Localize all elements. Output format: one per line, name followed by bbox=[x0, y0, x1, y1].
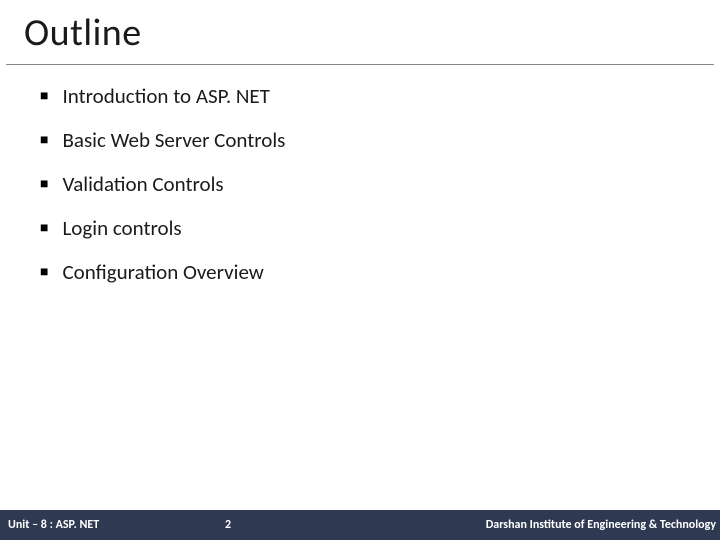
bullet-icon: ■ bbox=[40, 133, 48, 147]
bullet-icon: ■ bbox=[40, 221, 48, 235]
footer-unit: Unit – 8 : ASP. NET bbox=[0, 518, 99, 532]
list-item: ■ Introduction to ASP. NET bbox=[40, 83, 720, 109]
slide-footer: Unit – 8 : ASP. NET 2 Darshan Institute … bbox=[0, 510, 720, 540]
footer-institute: Darshan Institute of Engineering & Techn… bbox=[486, 518, 720, 532]
bullet-icon: ■ bbox=[40, 265, 48, 279]
list-item-label: Validation Controls bbox=[62, 171, 223, 197]
list-item-label: Basic Web Server Controls bbox=[62, 127, 285, 153]
bullet-icon: ■ bbox=[40, 177, 48, 191]
slide-title: Outline bbox=[6, 0, 714, 65]
outline-list: ■ Introduction to ASP. NET ■ Basic Web S… bbox=[0, 65, 720, 285]
list-item: ■ Configuration Overview bbox=[40, 259, 720, 285]
list-item-label: Login controls bbox=[62, 215, 181, 241]
list-item-label: Configuration Overview bbox=[62, 259, 263, 285]
footer-page-number: 2 bbox=[225, 518, 231, 532]
slide: Outline ■ Introduction to ASP. NET ■ Bas… bbox=[0, 0, 720, 540]
list-item: ■ Login controls bbox=[40, 215, 720, 241]
list-item: ■ Basic Web Server Controls bbox=[40, 127, 720, 153]
bullet-icon: ■ bbox=[40, 89, 48, 103]
list-item: ■ Validation Controls bbox=[40, 171, 720, 197]
list-item-label: Introduction to ASP. NET bbox=[62, 83, 269, 109]
